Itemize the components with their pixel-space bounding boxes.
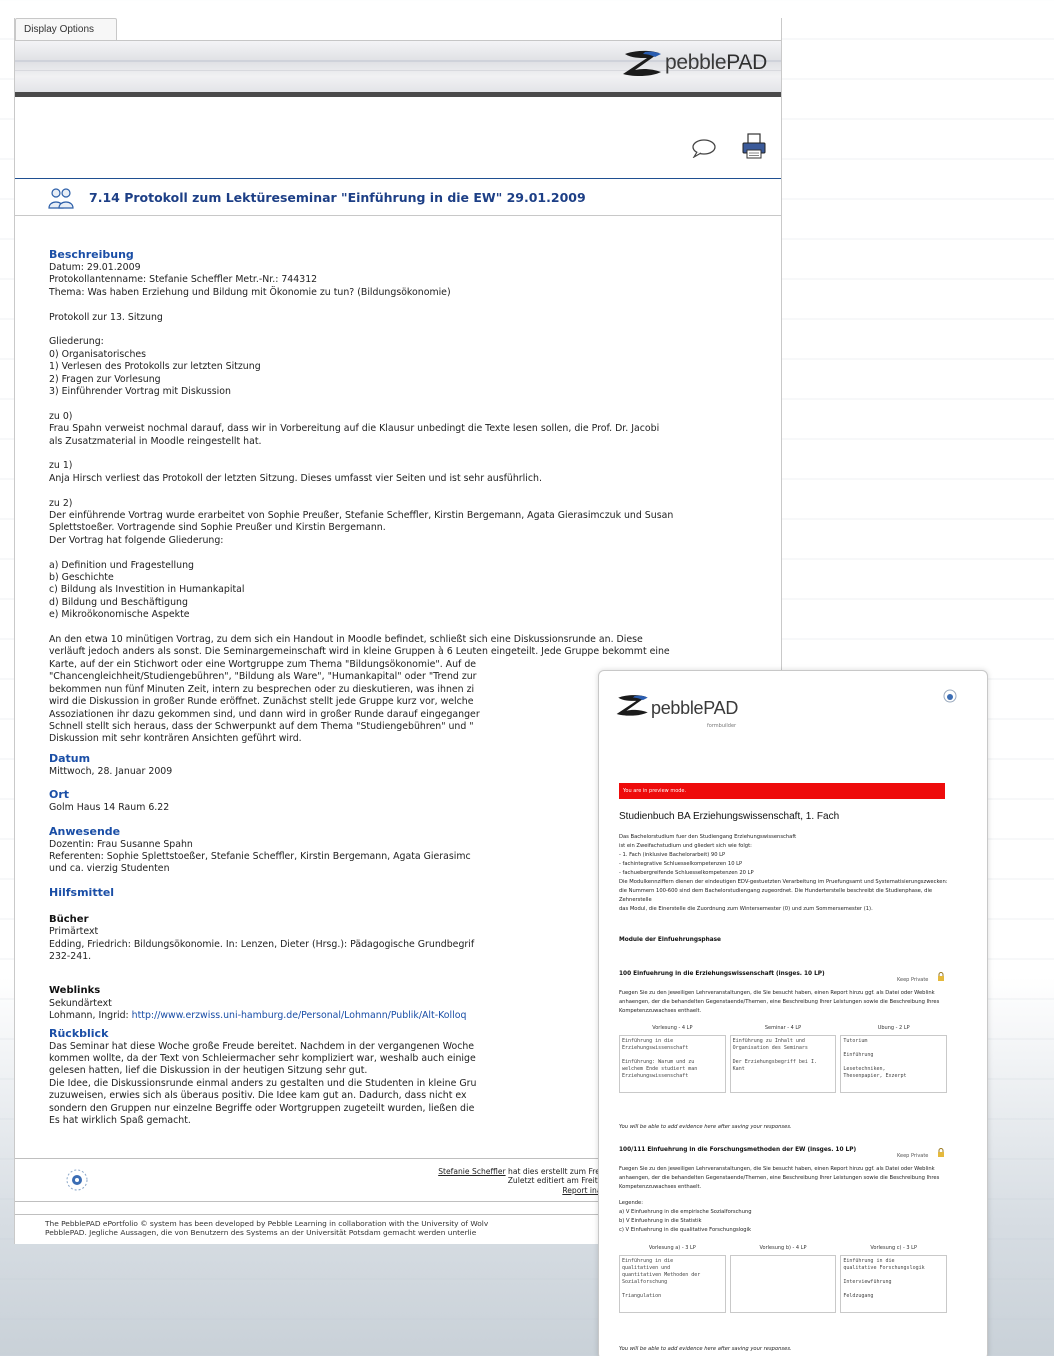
padlock-icon[interactable] xyxy=(937,1148,945,1157)
logo-text-small: pebblePAD xyxy=(651,698,739,718)
column-header: Vorlesung a) - 3 LP xyxy=(648,1245,696,1251)
logo-subtitle: formbuilder xyxy=(707,723,737,729)
column-header: Ubung - 2 LP xyxy=(877,1025,910,1031)
sitzung-text: Protokoll zur 13. Sitzung xyxy=(49,311,163,323)
formbuilder-preview-window: pebblePAD formbuilder You are in preview… xyxy=(598,670,988,1356)
print-icon[interactable] xyxy=(741,132,767,160)
module-section-heading: Module der Einfuehrungsphase xyxy=(619,937,721,943)
weblink-url[interactable]: http://www.erzwiss.uni-hamburg.de/Person… xyxy=(132,1010,467,1021)
module2-col-1: Vorlesung a) - 3 LP Einführung in die qu… xyxy=(619,1245,726,1313)
form-description: Das Bachelorstudium fuer den Studiengang… xyxy=(619,834,948,912)
page-title-row: 7.14 Protokoll zum Lektüreseminar "Einfü… xyxy=(15,178,781,216)
beschreibung-heading: Beschreibung xyxy=(49,248,134,261)
people-icon xyxy=(48,188,74,209)
logo-text: pebblePAD xyxy=(665,51,767,74)
module1-col-1: Vorlesung - 4 LP Einführung in die Erzie… xyxy=(619,1025,726,1093)
module2-col-3: Vorlesung c) - 3 LP Einführung in die qu… xyxy=(840,1245,948,1313)
module2-table: Vorlesung a) - 3 LP Einführung in die qu… xyxy=(619,1245,948,1313)
vortrag-gliederung-text: a) Definition und Fragestellung b) Gesch… xyxy=(49,559,245,621)
module1-col-3: Ubung - 2 LP Tutorium Einführung Lesetec… xyxy=(840,1025,948,1093)
module1-heading: 100 Einfuehrung in die Erziehungswissens… xyxy=(619,971,825,977)
module2-heading: 100/111 Einfuehrung in die Forschungsmet… xyxy=(619,1147,857,1153)
zu1-text: zu 1) Anja Hirsch verliest das Protokoll… xyxy=(49,460,542,484)
pebblepad-logo: pebblePAD xyxy=(621,48,767,78)
display-options-tab[interactable]: Display Options xyxy=(15,18,117,40)
module1-text: Fuegen Sie zu den jeweiligen Lehrveranst… xyxy=(619,990,940,1014)
module2-legend: Legende: a) V Einfuehrung in die empiris… xyxy=(619,1200,752,1233)
zu2-text: zu 2) Der einführende Vortrag wurde erar… xyxy=(49,497,674,546)
module2-keep-private[interactable]: Keep Private xyxy=(897,1153,928,1159)
module1-note: You will be able to add evidence here af… xyxy=(619,1124,792,1130)
page-title: 7.14 Protokoll zum Lektüreseminar "Einfü… xyxy=(89,190,586,205)
toolbar xyxy=(15,128,781,164)
column-textarea[interactable]: Einführung in die qualitativen und quant… xyxy=(619,1255,726,1313)
module1-col-2: Seminar - 4 LP Einführung zu Inhalt und … xyxy=(729,1025,837,1093)
column-header: Seminar - 4 LP xyxy=(764,1025,802,1031)
help-icon[interactable] xyxy=(943,689,957,703)
column-header: Vorlesung b) - 4 LP xyxy=(759,1245,807,1251)
column-textarea[interactable]: Einführung in die qualitative Forschungs… xyxy=(840,1255,948,1313)
module2-text: Fuegen Sie zu den jeweiligen Lehrveranst… xyxy=(619,1166,940,1190)
author-link[interactable]: Stefanie Scheffler xyxy=(438,1167,505,1176)
preview-mode-bar: You are in preview mode. xyxy=(619,783,945,799)
column-textarea[interactable] xyxy=(729,1255,837,1313)
module2-col-2: Vorlesung b) - 4 LP xyxy=(729,1245,837,1313)
globe-icon xyxy=(66,1169,88,1191)
column-header: Vorlesung c) - 3 LP xyxy=(870,1245,917,1251)
pebblepad-logo-icon xyxy=(616,695,648,716)
column-textarea[interactable]: Tutorium Einführung Lesetechniken, These… xyxy=(840,1035,948,1093)
column-textarea[interactable]: Einführung in die Erziehungswissenschaft… xyxy=(619,1035,726,1093)
column-header: Vorlesung - 4 LP xyxy=(652,1025,693,1031)
module1-keep-private[interactable]: Keep Private xyxy=(897,977,928,983)
zu0-text: zu 0) Frau Spahn verweist nochmal darauf… xyxy=(49,410,660,447)
beschreibung-text: Datum: 29.01.2009 Protokollantenname: St… xyxy=(49,262,451,298)
pebblepad-logo-icon xyxy=(623,50,661,77)
column-textarea[interactable]: Einführung zu Inhalt und Organisation de… xyxy=(729,1035,837,1093)
module1-table: Vorlesung - 4 LP Einführung in die Erzie… xyxy=(619,1025,948,1093)
pebblepad-logo-small: pebblePAD formbuilder xyxy=(615,691,739,729)
gliederung-text: Gliederung: 0) Organisatorisches 1) Verl… xyxy=(49,336,261,398)
header-divider xyxy=(15,92,781,97)
padlock-icon[interactable] xyxy=(937,972,945,981)
chat-bubble-icon[interactable] xyxy=(691,138,717,158)
module2-note: You will be able to add evidence here af… xyxy=(619,1346,792,1352)
form-title: Studienbuch BA Erziehungswissenschaft, 1… xyxy=(619,811,840,822)
